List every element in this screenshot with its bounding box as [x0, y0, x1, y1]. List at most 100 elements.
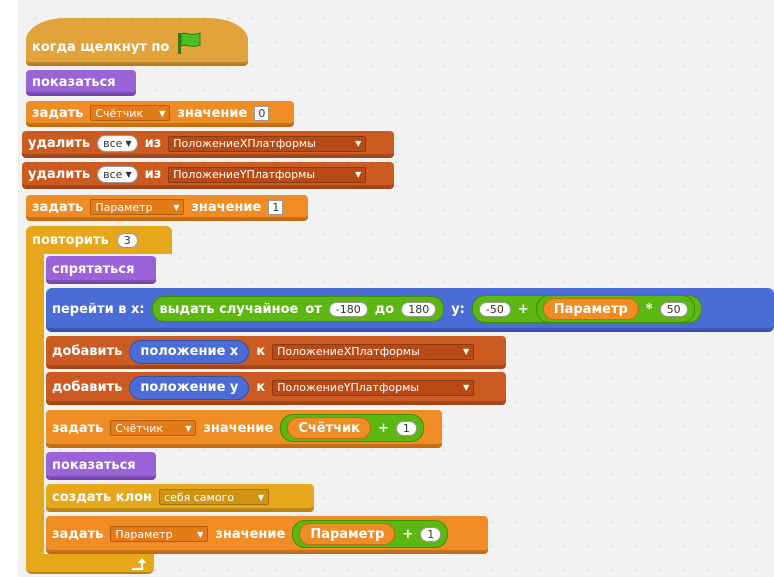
- reporter-label: положение х: [140, 344, 239, 359]
- delete-from-list-x-block[interactable]: удалить все ▼ из ПоложениеXПлатформы ▼: [22, 131, 394, 158]
- add-label: добавить: [52, 380, 123, 395]
- hide-label: спрятаться: [52, 261, 135, 277]
- dropdown-arrow-icon: ▼: [355, 170, 362, 179]
- from-label: из: [144, 136, 162, 151]
- list-name: ПоложениеYПлатформы: [277, 381, 420, 394]
- variable-name: Счётчик: [95, 106, 144, 120]
- change-parameter-block[interactable]: задать Параметр ▼ значение Параметр + 1: [46, 516, 488, 554]
- clone-label: создать клон: [52, 489, 153, 505]
- variable-name: Счётчик: [115, 421, 164, 435]
- value-input[interactable]: 1: [268, 199, 284, 215]
- parameter-label: Параметр: [310, 526, 385, 542]
- y-position-reporter[interactable]: положение у: [129, 375, 250, 400]
- plus-label: +: [378, 420, 389, 436]
- add-y-to-list-block[interactable]: добавить положение у к ПоложениеYПлатфор…: [46, 372, 506, 405]
- counter-label: Счётчик: [298, 420, 361, 436]
- multiplier-input[interactable]: 50: [659, 301, 688, 317]
- parameter-reporter[interactable]: Параметр: [542, 298, 639, 320]
- repeat-block-bottom[interactable]: [26, 554, 154, 574]
- value-label: значение: [177, 105, 248, 121]
- times-label: *: [645, 301, 653, 317]
- list-dropdown[interactable]: ПоложениеXПлатформы ▼: [272, 343, 475, 360]
- random-from-input[interactable]: -180: [328, 301, 368, 317]
- random-to-input[interactable]: 180: [401, 301, 437, 317]
- from-label: от: [305, 301, 322, 317]
- add-operator-reporter[interactable]: Счётчик + 1: [280, 414, 424, 442]
- hide-block[interactable]: спрятаться: [46, 256, 156, 284]
- list-dropdown[interactable]: ПоложениеXПлатформы ▼: [168, 135, 367, 152]
- value-label: значение: [215, 526, 286, 542]
- loop-arrow-icon: [130, 556, 146, 571]
- y-base-input[interactable]: -50: [478, 301, 511, 317]
- create-clone-block[interactable]: создать клон себя самого ▼: [46, 484, 314, 512]
- set-label: задать: [32, 199, 84, 215]
- set-label: задать: [52, 526, 104, 542]
- increment-input[interactable]: 1: [395, 420, 417, 436]
- green-flag-icon: [176, 31, 202, 55]
- item-dropdown[interactable]: все ▼: [97, 166, 138, 183]
- variable-dropdown[interactable]: Счётчик ▼: [110, 420, 197, 436]
- change-counter-block[interactable]: задать Счётчик ▼ значение Счётчик + 1: [46, 410, 442, 448]
- list-dropdown[interactable]: ПоложениеYПлатформы ▼: [272, 379, 475, 396]
- multiply-operator-reporter[interactable]: Параметр * 50: [535, 295, 695, 323]
- variable-dropdown[interactable]: Счётчик ▼: [90, 105, 171, 121]
- set-counter-block[interactable]: задать Счётчик ▼ значение 0: [26, 101, 294, 127]
- add-operator-reporter[interactable]: -50 + Параметр * 50: [471, 295, 702, 323]
- repeat-count-input[interactable]: 3: [116, 232, 138, 248]
- add-operator-reporter[interactable]: Параметр + 1: [292, 520, 449, 548]
- scripts-area[interactable]: когда щелкнут по показаться задать Счётч…: [18, 0, 774, 577]
- dropdown-arrow-icon: ▼: [197, 529, 204, 539]
- hat-label: когда щелкнут по: [32, 40, 170, 55]
- repeat-block-arm: [26, 252, 44, 556]
- list-name: ПоложениеYПлатформы: [173, 168, 316, 181]
- x-position-reporter[interactable]: положение х: [129, 339, 250, 364]
- dropdown-arrow-icon: ▼: [463, 383, 470, 392]
- y-label: у:: [451, 301, 465, 317]
- show-label: показаться: [32, 74, 116, 90]
- set-label: задать: [32, 105, 84, 121]
- dropdown-arrow-icon: ▼: [257, 492, 265, 502]
- variable-dropdown[interactable]: Параметр ▼: [110, 526, 209, 542]
- value-input[interactable]: 0: [254, 105, 270, 121]
- dropdown-arrow-icon: ▼: [185, 423, 192, 433]
- list-name: ПоложениеXПлатформы: [277, 345, 420, 358]
- delete-label: удалить: [28, 136, 91, 151]
- when-flag-clicked-block[interactable]: когда щелкнут по: [26, 18, 248, 66]
- go-to-xy-block[interactable]: перейти в х: выдать случайное от -180 до…: [46, 288, 774, 332]
- add-x-to-list-block[interactable]: добавить положение х к ПоложениеXПлатфор…: [46, 336, 506, 369]
- to-label: до: [374, 301, 395, 317]
- dropdown-arrow-icon: ▼: [355, 139, 362, 148]
- value-label: значение: [191, 199, 262, 215]
- repeat-block-top[interactable]: повторить 3: [26, 226, 172, 254]
- random-label: выдать случайное: [159, 301, 299, 317]
- clone-target-dropdown[interactable]: себя самого ▼: [159, 489, 270, 505]
- dropdown-arrow-icon: ▼: [173, 202, 180, 212]
- dropdown-arrow-icon: ▼: [125, 139, 132, 148]
- show-label: показаться: [52, 457, 136, 473]
- counter-reporter[interactable]: Счётчик: [287, 417, 372, 439]
- dropdown-arrow-icon: ▼: [463, 347, 470, 356]
- to-label: к: [256, 380, 266, 395]
- variable-name: Параметр: [115, 527, 173, 541]
- dropdown-arrow-icon: ▼: [125, 170, 132, 179]
- goto-label: перейти в х:: [52, 301, 145, 317]
- variable-name: Параметр: [95, 200, 153, 214]
- dropdown-arrow-icon: ▼: [159, 108, 166, 118]
- random-reporter[interactable]: выдать случайное от -180 до 180: [151, 296, 445, 322]
- delete-from-list-y-block[interactable]: удалить все ▼ из ПоложениеYПлатформы ▼: [22, 162, 394, 189]
- repeat-label: повторить: [32, 232, 109, 248]
- clone-target: себя самого: [164, 490, 235, 504]
- show-block[interactable]: показаться: [26, 70, 136, 96]
- show-block-2[interactable]: показаться: [46, 452, 156, 480]
- reporter-label: положение у: [140, 380, 239, 395]
- value-label: значение: [203, 420, 274, 436]
- increment-input[interactable]: 1: [420, 526, 442, 542]
- parameter-reporter[interactable]: Параметр: [299, 523, 396, 545]
- item-value: все: [103, 137, 123, 150]
- set-parameter-block[interactable]: задать Параметр ▼ значение 1: [26, 195, 308, 221]
- to-label: к: [256, 344, 266, 359]
- list-dropdown[interactable]: ПоложениеYПлатформы ▼: [168, 166, 367, 183]
- item-dropdown[interactable]: все ▼: [97, 135, 138, 152]
- add-label: добавить: [52, 344, 123, 359]
- variable-dropdown[interactable]: Параметр ▼: [90, 199, 185, 215]
